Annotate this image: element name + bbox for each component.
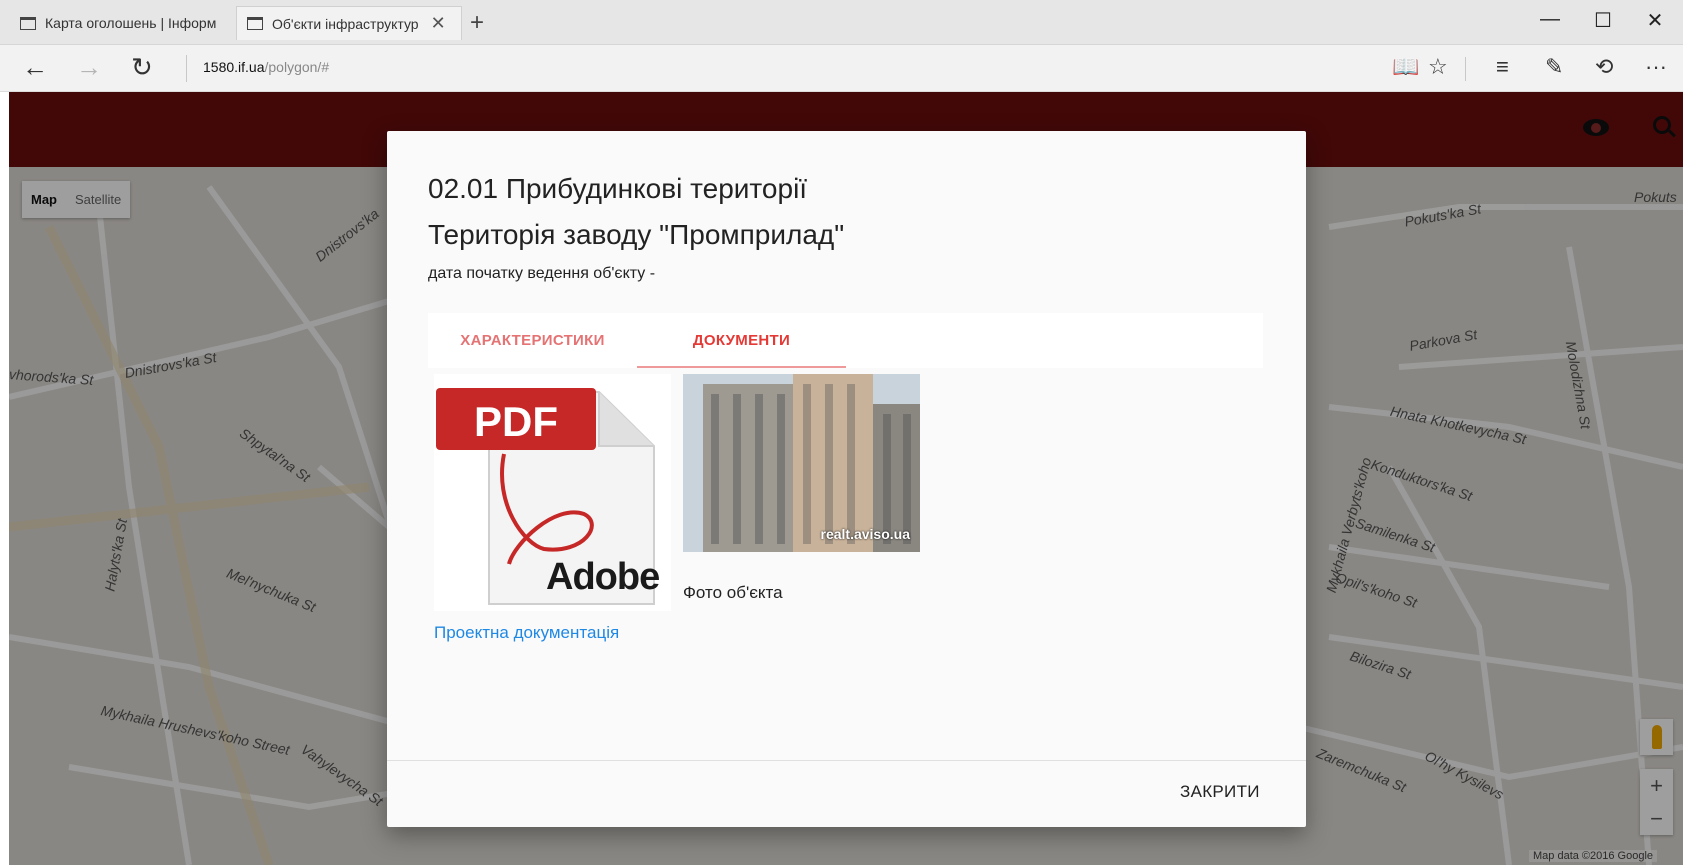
forward-button[interactable]: → bbox=[76, 52, 102, 83]
start-date-label: дата початку ведення об'єкту - bbox=[428, 265, 656, 282]
building-photo-thumbnail[interactable]: realt.aviso.ua bbox=[683, 374, 920, 552]
url-path: /polygon/# bbox=[264, 59, 330, 75]
page-icon bbox=[20, 16, 36, 30]
modal-subtitle: Територія заводу "Промприлад" bbox=[428, 219, 845, 250]
pdf-document-thumbnail[interactable]: PDF Adobe bbox=[434, 374, 671, 611]
url-field[interactable]: 1580.if.ua/polygon/# bbox=[203, 59, 329, 75]
reading-view-icon[interactable]: 📖 bbox=[1392, 54, 1419, 80]
refresh-button[interactable]: ↻ bbox=[131, 52, 153, 83]
back-button[interactable]: ← bbox=[22, 52, 48, 83]
pdf-badge-text: PDF bbox=[474, 398, 558, 445]
close-window-button[interactable]: ✕ bbox=[1632, 8, 1678, 33]
tab-characteristics[interactable]: ХАРАКТЕРИСТИКИ bbox=[428, 313, 637, 368]
more-icon[interactable]: ··· bbox=[1645, 54, 1667, 80]
photo-caption: Фото об'єкта bbox=[683, 583, 783, 602]
maximize-button[interactable]: ☐ bbox=[1580, 8, 1626, 33]
favorite-star-icon[interactable]: ☆ bbox=[1428, 54, 1448, 80]
browser-tab-2[interactable]: Об'єкти інфраструктур ✕ bbox=[236, 6, 462, 40]
address-bar: ← → ↻ 1580.if.ua/polygon/# 📖 ☆ ≡ ✎ ⟲ ··· bbox=[0, 45, 1683, 92]
divider bbox=[1465, 57, 1466, 81]
web-note-icon[interactable]: ✎ bbox=[1545, 54, 1563, 80]
close-button[interactable]: ЗАКРИТИ bbox=[1180, 782, 1260, 802]
url-domain: 1580.if.ua bbox=[203, 59, 265, 75]
project-documentation-link[interactable]: Проектна документація bbox=[434, 623, 619, 643]
hub-icon[interactable]: ≡ bbox=[1496, 54, 1509, 80]
object-details-modal: 02.01 Прибудинкові території Територія з… bbox=[387, 131, 1306, 827]
page-icon bbox=[247, 17, 263, 30]
divider bbox=[186, 55, 187, 82]
share-icon[interactable]: ⟲ bbox=[1595, 54, 1613, 80]
tab-label: Об'єкти інфраструктур bbox=[272, 15, 419, 32]
modal-tabs: ХАРАКТЕРИСТИКИ ДОКУМЕНТИ bbox=[428, 313, 1263, 368]
adobe-brand-text: Adobe bbox=[546, 556, 660, 598]
browser-tab-1[interactable]: Карта оголошень | Інформ bbox=[10, 6, 232, 40]
photo-watermark: realt.aviso.ua bbox=[820, 526, 911, 542]
minimize-button[interactable]: — bbox=[1527, 8, 1573, 31]
new-tab-button[interactable]: + bbox=[470, 9, 484, 37]
browser-titlebar: Карта оголошень | Інформ Об'єкти інфраст… bbox=[0, 0, 1683, 45]
active-tab-indicator bbox=[637, 366, 846, 368]
tab-documents[interactable]: ДОКУМЕНТИ bbox=[637, 313, 846, 368]
modal-title: 02.01 Прибудинкові території bbox=[428, 173, 808, 204]
close-tab-icon[interactable]: ✕ bbox=[431, 13, 446, 34]
footer-divider bbox=[387, 760, 1306, 761]
tab-label: Карта оголошень | Інформ bbox=[45, 15, 217, 31]
